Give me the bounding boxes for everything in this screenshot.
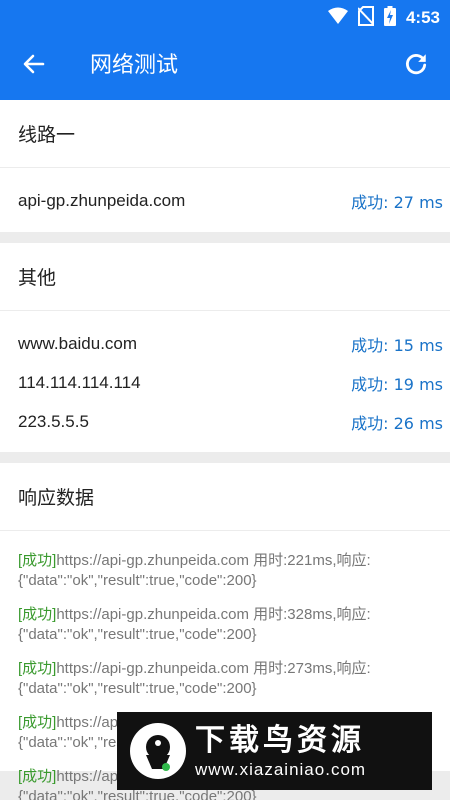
app-bar: 网络测试: [0, 32, 450, 100]
section-line1: 线路一 api-gp.zhunpeida.com 成功: 27 ms: [0, 100, 450, 232]
host-label: 114.114.114.114: [18, 372, 141, 392]
result-label: 成功: 27 ms: [351, 192, 443, 212]
watermark-banner: 下载鸟资源 www.xiazainiao.com: [117, 712, 432, 790]
result-label: 成功: 26 ms: [351, 413, 443, 433]
host-label: api-gp.zhunpeida.com: [18, 190, 186, 210]
section-header: 其他: [0, 243, 450, 311]
list-item: www.baidu.com 成功: 15 ms: [0, 324, 450, 363]
refresh-button[interactable]: [396, 46, 436, 86]
watermark-title: 下载鸟资源: [195, 723, 365, 758]
success-tag: [成功]: [18, 552, 57, 569]
response-text: https://api-gp.zhunpeida.com 用时:273ms,响应…: [18, 660, 371, 697]
back-button[interactable]: [14, 46, 54, 86]
section-other: 其他 www.baidu.com 成功: 15 ms 114.114.114.1…: [0, 243, 450, 452]
battery-charging-icon: [383, 6, 396, 30]
status-icons: 4:53: [327, 6, 440, 30]
page-title: 网络测试: [90, 53, 179, 78]
response-item: [成功]https://api-gp.zhunpeida.com 用时:273m…: [18, 659, 436, 699]
bird-logo-icon: [127, 720, 189, 782]
list-item: 114.114.114.114 成功: 19 ms: [0, 363, 450, 402]
section-header: 响应数据: [0, 463, 450, 531]
watermark-url: www.xiazainiao.com: [195, 760, 367, 779]
list-item: api-gp.zhunpeida.com 成功: 27 ms: [0, 181, 450, 220]
back-arrow-icon: [22, 52, 46, 80]
response-item: [成功]https://api-gp.zhunpeida.com 用时:328m…: [18, 605, 436, 645]
wifi-icon: [327, 7, 348, 29]
host-label: www.baidu.com: [18, 333, 138, 353]
response-text: https://api-gp.zhunpeida.com 用时:328ms,响应…: [18, 606, 371, 643]
response-item: [成功]https://api-gp.zhunpeida.com 用时:221m…: [18, 551, 436, 591]
divider: [0, 232, 450, 243]
success-tag: [成功]: [18, 768, 57, 785]
section-header: 线路一: [0, 100, 450, 168]
list-item: 223.5.5.5 成功: 26 ms: [0, 402, 450, 441]
divider: [0, 452, 450, 463]
result-label: 成功: 15 ms: [351, 335, 443, 355]
success-tag: [成功]: [18, 606, 57, 623]
result-label: 成功: 19 ms: [351, 374, 443, 394]
no-sim-icon: [357, 6, 375, 30]
success-tag: [成功]: [18, 660, 57, 677]
response-text: https://api-gp.zhunpeida.com 用时:221ms,响应…: [18, 552, 371, 589]
success-tag: [成功]: [18, 714, 57, 731]
status-bar: 4:53: [0, 0, 450, 32]
status-time: 4:53: [405, 8, 440, 27]
host-label: 223.5.5.5: [18, 411, 89, 431]
content-area[interactable]: 线路一 api-gp.zhunpeida.com 成功: 27 ms 其他 ww…: [0, 100, 450, 800]
refresh-icon: [403, 51, 429, 81]
